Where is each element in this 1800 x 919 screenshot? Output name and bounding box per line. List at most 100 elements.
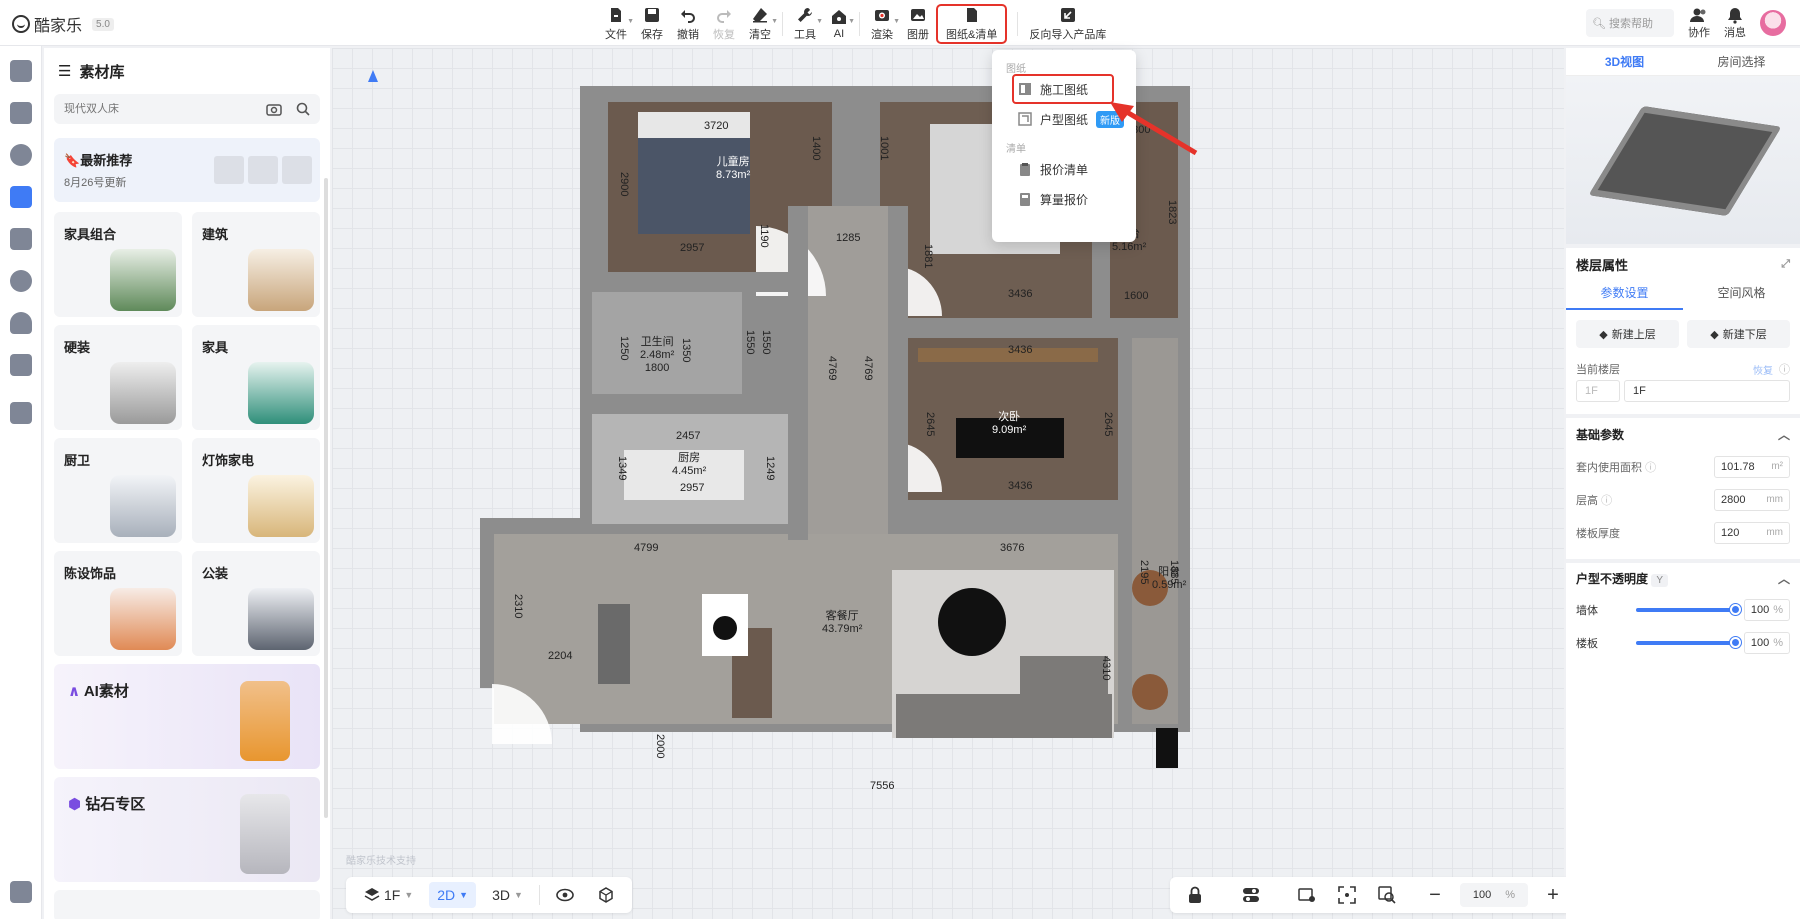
room-corridor[interactable] xyxy=(808,206,888,546)
album-button[interactable]: 图册 xyxy=(900,4,936,44)
view-3d-button[interactable]: 3D ▼ xyxy=(484,882,531,908)
slider-knob[interactable] xyxy=(1730,636,1741,648)
slider-knob[interactable] xyxy=(1730,603,1741,615)
zoom-level-input[interactable]: 100% xyxy=(1460,883,1528,907)
sofa-icon xyxy=(10,186,32,208)
room-label: 次卧 9.09m² xyxy=(992,411,1027,436)
tab-space-style[interactable]: 空间风格 xyxy=(1683,280,1800,310)
wall-opacity-field[interactable]: 100% xyxy=(1744,598,1790,621)
wall-opacity-slider[interactable] xyxy=(1636,603,1741,615)
zoom-out-button[interactable]: − xyxy=(1420,882,1450,908)
puzzle-icon xyxy=(10,402,32,424)
cube-view-button[interactable] xyxy=(590,882,622,908)
camera-search-icon[interactable] xyxy=(266,102,282,116)
zoom-in-button[interactable]: + xyxy=(1538,882,1568,908)
latest-recommend-card[interactable]: 🔖最新推荐 8月26号更新 xyxy=(54,138,320,202)
floor-opacity-slider[interactable] xyxy=(1636,636,1741,648)
visibility-button[interactable] xyxy=(548,882,582,908)
library-scrollbar[interactable] xyxy=(324,178,328,818)
calculator-icon xyxy=(1020,193,1030,206)
menu-item-quantity-quote[interactable]: 算量报价 xyxy=(992,184,1136,214)
outdoor-table-image xyxy=(248,588,314,650)
logo-icon xyxy=(12,15,30,33)
dimension-label: 1885 xyxy=(1168,560,1180,585)
height-field[interactable]: 2800 mm xyxy=(1714,488,1790,511)
menu-item-construction-drawings[interactable]: 施工图纸 xyxy=(1012,74,1114,104)
menu-item-quote-list[interactable]: 报价清单 xyxy=(992,154,1136,184)
dimension-label: 1001 xyxy=(878,136,890,161)
restore-link[interactable]: 恢复 xyxy=(1753,362,1773,377)
redo-button[interactable]: 恢复 xyxy=(706,4,742,44)
rail-user[interactable] xyxy=(0,302,42,344)
room-balcony-right[interactable] xyxy=(1132,338,1178,724)
category-architecture[interactable]: 建筑 xyxy=(192,212,320,317)
thickness-field[interactable]: 120 mm xyxy=(1714,521,1790,544)
new-lower-floor-button[interactable]: ◆ 新建下层 xyxy=(1687,320,1790,348)
3d-preview[interactable] xyxy=(1566,76,1800,244)
ai-figure-image xyxy=(240,681,290,761)
more-card[interactable] xyxy=(54,890,320,919)
chevron-down-icon: ▼ xyxy=(459,890,469,900)
rail-settings[interactable] xyxy=(0,871,42,913)
rail-lighting[interactable] xyxy=(0,134,42,176)
help-search-input[interactable]: 🔍︎ 搜索帮助 xyxy=(1586,9,1674,37)
main-toolbar: 文件 ▼ 保存 撤销 恢复 清空 ▼ 工具 ▼ AI ▼ 渲染 ▼ 图册 图纸&… xyxy=(598,4,1113,44)
category-commercial[interactable]: 公装 xyxy=(192,551,320,656)
category-furniture[interactable]: 家具 xyxy=(192,325,320,430)
view-2d-button[interactable]: 2D ▼ xyxy=(429,882,477,908)
chevron-down-icon: ▼ xyxy=(771,18,778,25)
new-upper-floor-button[interactable]: ◆ 新建上层 xyxy=(1576,320,1679,348)
app-logo[interactable]: 酷家乐 5.0 xyxy=(12,12,114,36)
expand-icon[interactable]: ⤢ xyxy=(1781,258,1790,271)
drawings-list-button[interactable]: 图纸&清单 xyxy=(936,4,1008,44)
settings-view-button[interactable] xyxy=(1292,882,1322,908)
toggle-layers-button[interactable] xyxy=(1236,882,1266,908)
tab-params[interactable]: 参数设置 xyxy=(1566,280,1683,310)
library-search-input[interactable] xyxy=(64,103,234,115)
left-icon-rail xyxy=(0,46,42,919)
category-furniture-set[interactable]: 家具组合 xyxy=(54,212,182,317)
design-canvas[interactable]: 儿童房8.73m² 阳台5.16m² 卫生间2.48m²1800 次卧9.09m… xyxy=(332,48,1564,919)
lock-button[interactable] xyxy=(1180,882,1210,908)
clear-button[interactable]: 清空 ▼ xyxy=(742,4,778,44)
area-field[interactable]: 101.78 m² xyxy=(1714,455,1790,478)
tools-button[interactable]: 工具 ▼ xyxy=(787,4,823,44)
opacity-header[interactable]: 户型不透明度 Y ︿ xyxy=(1566,559,1800,593)
render-button[interactable]: 渲染 ▼ xyxy=(864,4,900,44)
rail-floorplan[interactable] xyxy=(0,50,42,92)
rail-material-library[interactable] xyxy=(0,176,42,218)
rail-cabinet[interactable] xyxy=(0,344,42,386)
basic-params-header[interactable]: 基础参数 ︿ xyxy=(1566,414,1800,450)
category-kitchen-bath[interactable]: 厨卫 xyxy=(54,438,182,543)
floor-opacity-field[interactable]: 100% xyxy=(1744,631,1790,654)
dimension-label: 1250 xyxy=(618,336,630,361)
floor-name-field[interactable]: 1F xyxy=(1624,380,1790,402)
zoom-region-button[interactable] xyxy=(1372,882,1402,908)
floor-prefix-field: 1F xyxy=(1576,380,1620,402)
category-hard-decor[interactable]: 硬装 xyxy=(54,325,182,430)
ai-materials-card[interactable]: ∧ AI素材 xyxy=(54,664,320,769)
category-decor[interactable]: 陈设饰品 xyxy=(54,551,182,656)
category-lighting-appliance[interactable]: 灯饰家电 xyxy=(192,438,320,543)
floor-subtabs: 参数设置 空间风格 xyxy=(1566,280,1800,310)
ai-button[interactable]: AI ▼ xyxy=(823,4,855,44)
messages-button[interactable]: 消息 xyxy=(1724,6,1746,40)
floor-properties-header: 楼层属性 ⤢ xyxy=(1566,244,1800,280)
rail-network[interactable] xyxy=(0,260,42,302)
floor-selector[interactable]: 1F ▼ xyxy=(356,882,421,908)
tab-3d-view[interactable]: 3D视图 xyxy=(1566,48,1683,75)
rail-plugins[interactable] xyxy=(0,392,42,434)
user-avatar[interactable] xyxy=(1760,10,1786,36)
diamond-zone-card[interactable]: ⬢ 钻石专区 xyxy=(54,777,320,882)
file-button[interactable]: 文件 ▼ xyxy=(598,4,634,44)
undo-button[interactable]: 撤销 xyxy=(670,4,706,44)
save-button[interactable]: 保存 xyxy=(634,4,670,44)
rail-hardware[interactable] xyxy=(0,92,42,134)
fit-view-button[interactable] xyxy=(1332,882,1362,908)
rail-premium[interactable] xyxy=(0,218,42,260)
chevron-down-icon: ▼ xyxy=(404,890,414,900)
tab-room-select[interactable]: 房间选择 xyxy=(1683,48,1800,75)
collaborate-button[interactable]: 协作 xyxy=(1688,6,1710,40)
reverse-import-button[interactable]: 反向导入产品库 xyxy=(1022,4,1113,44)
search-icon[interactable] xyxy=(296,102,310,116)
